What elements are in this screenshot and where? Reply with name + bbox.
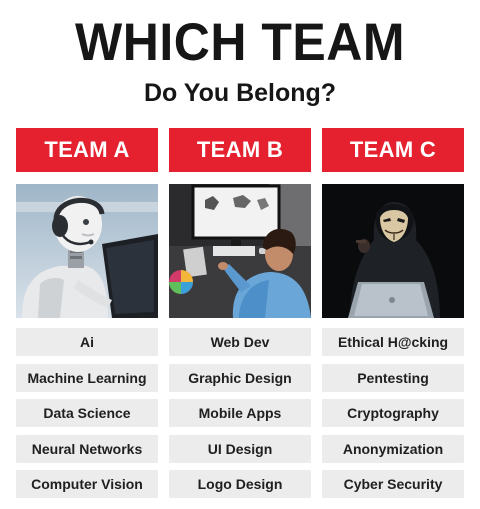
team-c-item: Pentesting xyxy=(322,363,464,392)
team-a-item: Machine Learning xyxy=(16,363,158,392)
team-a-item: Ai xyxy=(16,328,158,356)
team-c-item: Cryptography xyxy=(322,399,464,427)
team-c-item: Cyber Security xyxy=(322,470,464,498)
page-subtitle: Do You Belong? xyxy=(143,79,337,107)
team-c-item: Anonymization xyxy=(322,434,464,463)
team-b-item: Graphic Design xyxy=(169,363,311,392)
page-title: WHICH TEAM xyxy=(75,12,405,72)
team-a-robot-image xyxy=(16,184,158,318)
team-b-item: Web Dev xyxy=(169,328,311,356)
team-a-item: Computer Vision xyxy=(16,470,158,498)
team-b-item: Mobile Apps xyxy=(169,399,311,427)
team-a-item: Neural Networks xyxy=(16,434,158,463)
team-a-header: TEAM A xyxy=(16,128,158,172)
team-c-hacker-image xyxy=(322,184,464,318)
team-a-column: TEAM A Ai Machine Learning Data Science … xyxy=(16,128,158,506)
team-b-header: TEAM B xyxy=(169,128,311,172)
team-c-item: Ethical H@cking xyxy=(322,328,464,356)
team-b-column: TEAM B Web Dev Graphic Design Mobile App… xyxy=(169,128,311,506)
team-b-item: UI Design xyxy=(169,434,311,463)
team-a-item: Data Science xyxy=(16,399,158,427)
team-b-item: Logo Design xyxy=(169,470,311,498)
team-b-designer-image xyxy=(169,184,311,318)
team-c-header: TEAM C xyxy=(322,128,464,172)
team-c-column: TEAM C Ethical H@cking Pentesting Crypto… xyxy=(322,128,464,506)
